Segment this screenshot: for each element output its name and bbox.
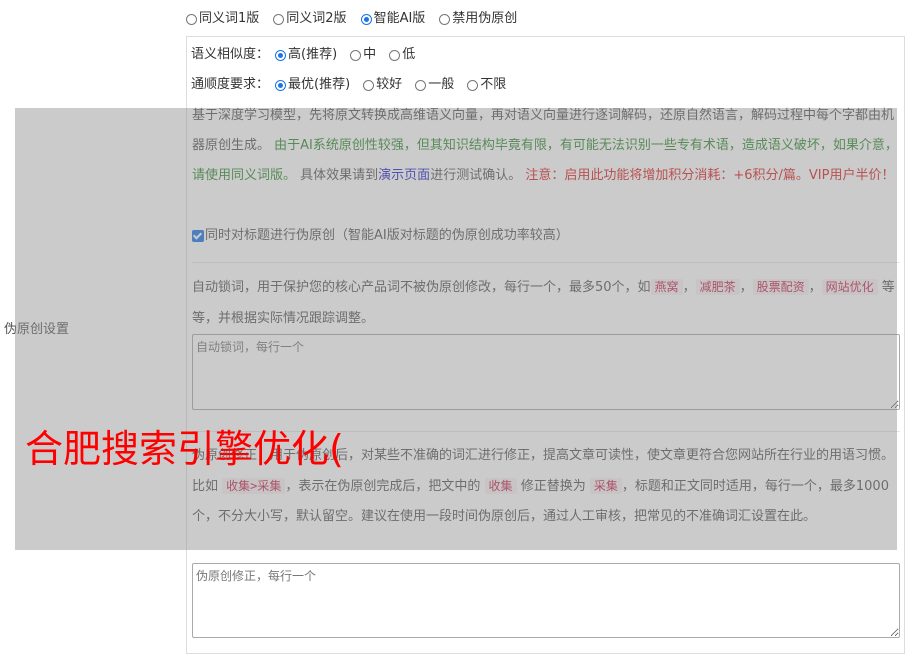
title-rewrite-label: 同时对标题进行伪原创（智能AI版对标题的伪原创成功率较高）	[205, 228, 569, 243]
fluency-row: 通顺度要求： 最优(推荐) 较好 一般 不限	[191, 75, 519, 95]
fluency-option-label: 最优(推荐)	[288, 77, 351, 92]
mode-option-synonym-2[interactable]: 同义词2版	[273, 9, 347, 29]
test-prefix-text: 具体效果请到	[300, 168, 379, 183]
radio-selected-icon[interactable]	[275, 79, 287, 91]
similarity-option-label: 高(推荐)	[288, 47, 338, 62]
similarity-label: 语义相似度：	[191, 47, 270, 62]
similarity-option-high[interactable]: 高(推荐)	[275, 45, 337, 65]
section-label: 伪原创设置	[4, 322, 70, 337]
radio-icon[interactable]	[415, 79, 427, 91]
correction-textarea[interactable]	[192, 563, 900, 638]
similarity-option-label: 低	[402, 47, 416, 62]
fluency-option-label: 较好	[376, 77, 403, 92]
radio-icon[interactable]	[273, 13, 285, 25]
radio-selected-icon[interactable]	[360, 13, 372, 25]
mode-option-synonym-1[interactable]: 同义词1版	[186, 9, 259, 29]
fluency-option-best[interactable]: 最优(推荐)	[275, 75, 350, 95]
lock-words-description: 自动锁词，用于保护您的核心产品词不被伪原创修改，每行一个，最多50个，如 燕窝，减…	[192, 272, 902, 334]
correction-to-example: 采集	[589, 478, 622, 494]
similarity-row: 语义相似度： 高(推荐) 中 低	[191, 45, 428, 65]
fluency-option-unlimited[interactable]: 不限	[467, 75, 506, 95]
separator-text: ，	[808, 280, 822, 295]
demo-page-link[interactable]: 演示页面	[378, 168, 430, 183]
lock-word-example: 燕窝	[650, 279, 683, 295]
mode-option-label: 同义词2版	[286, 11, 347, 26]
lock-words-textarea[interactable]	[192, 334, 900, 410]
radio-icon[interactable]	[186, 13, 197, 25]
correction-from-example: 收集	[484, 478, 517, 494]
radio-icon[interactable]	[350, 49, 362, 61]
correction-desc-b: ，表示在伪原创完成后，把文中的	[285, 479, 481, 494]
mode-option-label: 禁用伪原创	[452, 11, 518, 26]
checkbox-checked-icon[interactable]	[192, 230, 204, 242]
mode-option-disable[interactable]: 禁用伪原创	[439, 9, 517, 29]
radio-icon[interactable]	[439, 13, 451, 25]
radio-icon[interactable]	[363, 79, 375, 91]
lock-word-example: 减肥茶	[695, 279, 740, 295]
watermark-text: 合肥搜索引擎优化(	[25, 427, 344, 471]
mode-radio-group: 同义词1版 同义词2版 智能AI版 禁用伪原创	[186, 9, 531, 29]
fluency-option-good[interactable]: 较好	[363, 75, 402, 95]
title-rewrite-option[interactable]: 同时对标题进行伪原创（智能AI版对标题的伪原创成功率较高）	[192, 226, 569, 246]
mode-option-label: 同义词1版	[199, 11, 260, 26]
radio-icon[interactable]	[389, 49, 401, 61]
fluency-option-label: 不限	[480, 77, 507, 92]
mode-option-ai[interactable]: 智能AI版	[360, 9, 426, 29]
lock-words-desc-prefix: 自动锁词，用于保护您的核心产品词不被伪原创修改，每行一个，最多50个，如	[192, 280, 651, 295]
fluency-option-label: 一般	[428, 77, 455, 92]
correction-desc-c: 修正替换为	[520, 479, 586, 494]
similarity-option-label: 中	[363, 47, 377, 62]
lock-word-example: 股票配资	[752, 279, 809, 295]
credit-note-text: 注意：启用此功能将增加积分消耗：+6积分/篇。VIP用户半价！	[525, 168, 895, 183]
divider	[192, 262, 900, 263]
test-suffix-text: 进行测试确认。	[430, 168, 522, 183]
radio-selected-icon[interactable]	[275, 49, 287, 61]
lock-word-example: 网站优化	[821, 279, 878, 295]
similarity-option-low[interactable]: 低	[389, 45, 415, 65]
separator-text: ，	[739, 280, 753, 295]
ai-description: 基于深度学习模型，先将原文转换成高维语义向量，再对语义向量进行逐词解码，还原自然…	[192, 101, 902, 191]
similarity-option-medium[interactable]: 中	[350, 45, 376, 65]
separator-text: ，	[682, 280, 696, 295]
fluency-option-normal[interactable]: 一般	[415, 75, 454, 95]
mode-option-label: 智能AI版	[373, 11, 426, 26]
fluency-label: 通顺度要求：	[191, 77, 270, 92]
correction-rule-example: 收集>采集	[222, 478, 286, 494]
radio-icon[interactable]	[467, 79, 479, 91]
